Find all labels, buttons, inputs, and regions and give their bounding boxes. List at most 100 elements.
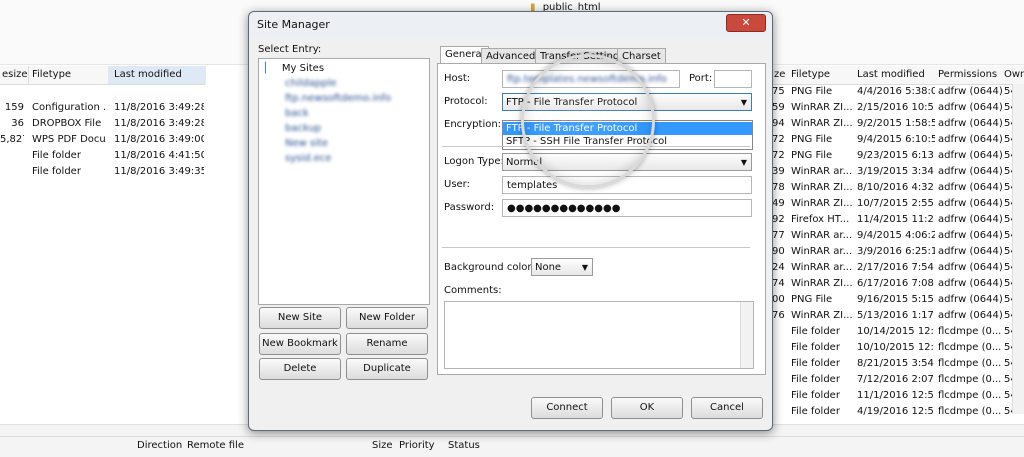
local-modified-cell: 11/8/2016 3:49:00 ... bbox=[114, 134, 204, 145]
logon-type-select[interactable]: Normal ▼ bbox=[502, 153, 752, 171]
remote-file-row[interactable]: 76 WinRAR ZI... 5/13/2016 1:17:...adfrw (0… bbox=[772, 308, 1024, 324]
remote-file-row[interactable]: 92 Firefox HT... 11/4/2015 11:2... adfrw (0… bbox=[772, 212, 1024, 228]
remote-file-row[interactable]: 75 PNG File 4/4/2016 5:38:0...adfrw (0644)… bbox=[772, 84, 1024, 100]
duplicate-button[interactable]: Duplicate bbox=[346, 358, 428, 380]
remote-file-row[interactable]: File folder 8/21/2015 3:54:...flcdmpe (0.… bbox=[772, 356, 1024, 372]
queue-col-size[interactable]: Size bbox=[372, 440, 393, 451]
tree-root-my-sites[interactable]: ▏ My Sites bbox=[265, 62, 324, 76]
local-modified-cell: 11/8/2016 3:49:35 ... bbox=[114, 166, 204, 177]
new-site-button[interactable]: New Site bbox=[259, 307, 341, 329]
site-tree-item[interactable]: ftp.newsoftdemo.info bbox=[285, 92, 391, 106]
site-tree-item[interactable]: back bbox=[285, 107, 309, 121]
dialog-titlebar[interactable]: Site Manager ✕ bbox=[249, 12, 772, 38]
local-file-row[interactable]: 36 DROPBOX File 11/8/2016 3:49:28 ... bbox=[0, 116, 205, 132]
remote-file-row[interactable]: File folder 7/12/2016 2:07:...flcdmpe (0.… bbox=[772, 372, 1024, 388]
local-file-row[interactable]: 159 Configuration ... 11/8/2016 3:49:28 ..… bbox=[0, 100, 205, 116]
queue-col-priority[interactable]: Priority bbox=[399, 440, 435, 451]
remote-file-row[interactable]: 39 WinRAR ar... 3/19/2015 3:34:...adfrw (0… bbox=[772, 164, 1024, 180]
rename-button[interactable]: Rename bbox=[346, 333, 428, 355]
cancel-button[interactable]: Cancel bbox=[691, 397, 763, 419]
site-tree-item-label: sysid.ece bbox=[285, 153, 332, 164]
remote-list-scrollbar[interactable] bbox=[1012, 84, 1024, 414]
site-tree-item[interactable]: backup bbox=[285, 122, 321, 136]
chevron-down-icon: ▼ bbox=[740, 158, 747, 167]
remote-modified-cell: 9/2/2015 1:58:5... bbox=[857, 118, 935, 129]
remote-file-row[interactable]: 72 PNG File 9/4/2015 6:10:5...adfrw (0644)… bbox=[772, 132, 1024, 148]
remote-file-row[interactable]: 59 WinRAR ZI... 2/15/2016 10:5... adfrw (06… bbox=[772, 100, 1024, 116]
remote-list-header: ze Filetype Last modified Permissions Ow… bbox=[772, 66, 1024, 85]
remote-filetype-cell: PNG File bbox=[791, 134, 833, 145]
remote-col-modified[interactable]: Last modified bbox=[857, 66, 925, 84]
remote-permissions-cell: adfrw (0644) bbox=[938, 118, 1002, 129]
remote-file-row[interactable]: 90 WinRAR ar... 3/9/2016 6:25:1...adfrw (0… bbox=[772, 244, 1024, 260]
comments-textarea[interactable] bbox=[444, 301, 754, 369]
delete-button[interactable]: Delete bbox=[259, 358, 341, 380]
remote-filetype-cell: File folder bbox=[791, 390, 840, 401]
local-col-filetype[interactable]: Filetype bbox=[32, 66, 71, 84]
remote-col-permissions[interactable]: Permissions bbox=[938, 66, 997, 84]
connect-button[interactable]: Connect bbox=[531, 397, 603, 419]
site-tree-item[interactable]: sysid.ece bbox=[285, 152, 331, 166]
background-color-label: Background color: bbox=[444, 262, 535, 273]
divider bbox=[442, 247, 750, 248]
chevron-down-icon: ▼ bbox=[740, 98, 747, 107]
remote-col-owner[interactable]: Own bbox=[1004, 66, 1024, 84]
local-col-size[interactable]: esize bbox=[2, 66, 28, 84]
remote-modified-cell: 3/19/2015 3:34:... bbox=[857, 166, 935, 177]
remote-file-row[interactable]: 78 WinRAR ZI... 8/10/2016 4:32:...adfrw (0… bbox=[772, 180, 1024, 196]
remote-modified-cell: 6/17/2016 7:08:... bbox=[857, 278, 935, 289]
remote-size-cell: 24 bbox=[772, 262, 785, 273]
remote-modified-cell: 11/1/2016 12:5... bbox=[857, 390, 935, 401]
local-filetype-cell: File folder bbox=[32, 166, 81, 177]
remote-permissions-cell: flcdmpe (0... bbox=[938, 358, 1002, 369]
logon-type-label: Logon Type: bbox=[444, 156, 504, 167]
protocol-label: Protocol: bbox=[444, 96, 488, 107]
comments-scrollbar[interactable] bbox=[740, 302, 753, 368]
remote-modified-cell: 10/14/2015 12:... bbox=[857, 326, 935, 337]
port-label: Port: bbox=[689, 73, 713, 84]
new-folder-button[interactable]: New Folder bbox=[346, 307, 428, 329]
remote-modified-cell: 2/17/2016 7:54:... bbox=[857, 262, 935, 273]
remote-file-row[interactable]: 74 WinRAR ZI... 6/17/2016 7:08:...adfrw (0… bbox=[772, 276, 1024, 292]
local-file-row[interactable]: 5,827 WPS PDF Docu... 11/8/2016 3:49:00 ..… bbox=[0, 132, 205, 148]
remote-file-row[interactable]: 00 PNG File 9/16/2015 5:15:...adfrw (0644)… bbox=[772, 292, 1024, 308]
remote-file-row[interactable]: File folder 11/1/2016 12:5... flcdmpe (0..… bbox=[772, 388, 1024, 404]
port-input[interactable] bbox=[714, 70, 752, 88]
host-input[interactable]: ftp.templates.newsoftdemo.info bbox=[502, 70, 680, 88]
remote-permissions-cell: adfrw (0644) bbox=[938, 310, 1002, 321]
remote-file-row[interactable]: File folder 4/19/2016 12:5... flcdmpe (0..… bbox=[772, 404, 1024, 420]
queue-col-status[interactable]: Status bbox=[448, 440, 480, 451]
remote-size-cell: 76 bbox=[772, 310, 785, 321]
remote-file-row[interactable]: 72 PNG File 9/23/2015 6:13:...adfrw (0644)… bbox=[772, 148, 1024, 164]
remote-size-cell: 59 bbox=[772, 102, 785, 113]
remote-file-row[interactable]: 94 WinRAR ZI... 9/2/2015 1:58:5...adfrw (0… bbox=[772, 116, 1024, 132]
close-button[interactable]: ✕ bbox=[726, 14, 766, 32]
site-tree[interactable]: ▏ My Sites childapple ftp.newsoftdemo.inf… bbox=[258, 58, 430, 305]
queue-col-direction[interactable]: Direction bbox=[137, 440, 182, 451]
remote-size-cell: 78 bbox=[772, 182, 785, 193]
password-input[interactable]: ●●●●●●●●●●●●● bbox=[502, 199, 752, 217]
local-file-row[interactable]: File folder 11/8/2016 3:49:35 ... bbox=[0, 164, 205, 180]
remote-file-row[interactable]: File folder 10/14/2015 12:... flcdmpe (0..… bbox=[772, 324, 1024, 340]
site-tree-item[interactable]: New site bbox=[285, 137, 328, 151]
remote-file-row[interactable]: 49 WinRAR ZI... 10/7/2015 2:55:...adfrw (0… bbox=[772, 196, 1024, 212]
remote-permissions-cell: adfrw (0644) bbox=[938, 182, 1002, 193]
local-file-row[interactable]: File folder 11/8/2016 4:41:50 ... bbox=[0, 148, 205, 164]
local-filetype-cell: Configuration ... bbox=[32, 102, 106, 113]
remote-file-row[interactable]: File folder 10/10/2015 12:... flcdmpe (0..… bbox=[772, 340, 1024, 356]
queue-col-remote-file[interactable]: Remote file bbox=[187, 440, 244, 451]
remote-modified-cell: 8/21/2015 3:54:... bbox=[857, 358, 935, 369]
user-input[interactable]: templates bbox=[502, 176, 752, 194]
site-tree-item[interactable]: childapple bbox=[285, 77, 337, 91]
password-label: Password: bbox=[444, 202, 495, 213]
new-bookmark-button[interactable]: New Bookmark bbox=[259, 333, 341, 355]
background-color-select[interactable]: None ▼ bbox=[531, 258, 593, 276]
ok-button[interactable]: OK bbox=[611, 397, 683, 419]
remote-file-row[interactable]: 24 WinRAR ar... 2/17/2016 7:54:...adfrw (0… bbox=[772, 260, 1024, 276]
protocol-option-ftp[interactable]: FTP - File Transfer Protocol bbox=[503, 122, 752, 135]
remote-col-size[interactable]: ze bbox=[774, 66, 785, 84]
remote-col-filetype[interactable]: Filetype bbox=[791, 66, 830, 84]
remote-file-row[interactable]: 77 WinRAR ar... 9/4/2015 4:06:2...adfrw (0… bbox=[772, 228, 1024, 244]
protocol-select[interactable]: FTP - File Transfer Protocol ▼ bbox=[502, 93, 752, 111]
remote-filetype-cell: WinRAR ar... bbox=[791, 246, 853, 257]
